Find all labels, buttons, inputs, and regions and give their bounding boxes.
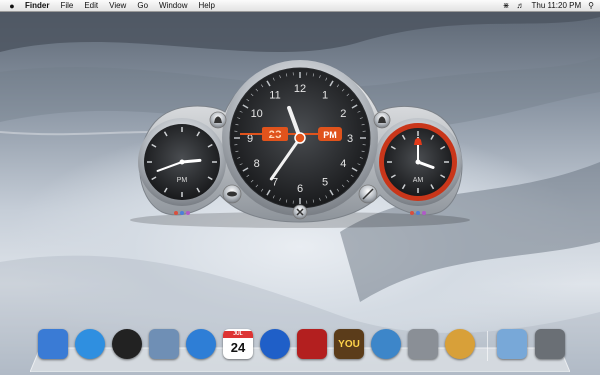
bluetooth-icon[interactable]: ⋇ [503, 0, 510, 12]
date-display-text: 23 [268, 130, 282, 142]
dock-label: YOU [338, 338, 360, 350]
dock-mail-icon[interactable] [149, 329, 179, 359]
spotlight-icon[interactable]: ⚲ [588, 0, 594, 12]
left-clock-hour-hand [180, 158, 202, 164]
menu-help[interactable]: Help [198, 0, 214, 12]
menu-edit[interactable]: Edit [84, 0, 98, 12]
menu-go[interactable]: Go [137, 0, 148, 12]
dock-finder-icon[interactable] [38, 329, 68, 359]
left-indicator-dots [174, 211, 190, 215]
menu-finder[interactable]: Finder [25, 0, 49, 12]
right-clock-ampm: AM [413, 177, 424, 184]
right-clock-pin [415, 159, 421, 165]
left-clock-ampm: PM [177, 177, 188, 184]
ical-month: JUL [223, 330, 253, 338]
clock-number: 8 [254, 158, 260, 170]
dock-safari-icon[interactable] [186, 329, 216, 359]
right-clock: AM [374, 118, 462, 206]
main-clock: 121234567891011 23 PM [222, 60, 378, 216]
menu-view[interactable]: View [109, 0, 126, 12]
dock-system-preferences-icon[interactable] [408, 329, 438, 359]
clock-number: 5 [322, 176, 328, 188]
dock-disk-utility-icon[interactable] [445, 329, 475, 359]
dock-applications-folder-icon[interactable] [497, 329, 527, 359]
dock-itunes-icon[interactable] [260, 329, 290, 359]
eye-icon[interactable] [222, 184, 242, 204]
right-indicator-dots [410, 211, 426, 215]
clock-number: 10 [251, 108, 263, 120]
left-clock-pin [179, 159, 185, 165]
clock-number: 6 [297, 183, 303, 195]
clock-number: 11 [269, 90, 280, 102]
dock-separator [487, 331, 488, 361]
menu-bar: ● Finder File Edit View Go Window Help ⋇… [0, 0, 600, 12]
dock-trash-icon[interactable] [535, 329, 565, 359]
volume-icon[interactable]: ♬ [516, 0, 524, 12]
clock-number: 12 [294, 83, 306, 95]
compass-icon[interactable] [358, 184, 378, 204]
clock-number: 1 [322, 90, 328, 102]
clock-number: 3 [347, 133, 353, 145]
dock-youtube-icon[interactable]: YOU [334, 329, 364, 359]
clock-number: 2 [340, 108, 346, 120]
menu-window[interactable]: Window [159, 0, 187, 12]
dock-dashboard-icon[interactable] [112, 329, 142, 359]
menu-clock[interactable]: Thu 11:20 PM [531, 0, 581, 12]
bell-icon-left[interactable] [209, 111, 227, 129]
ical-day: 24 [230, 339, 246, 355]
bell-icon-right[interactable] [373, 111, 391, 129]
dock-google-earth-icon[interactable] [371, 329, 401, 359]
left-clock: PM [138, 118, 226, 206]
dock-app-store-icon[interactable] [75, 329, 105, 359]
close-icon[interactable] [292, 204, 308, 220]
main-clock-pin [294, 132, 306, 144]
clock-number: 4 [340, 158, 346, 170]
ampm-badge-text: PM [323, 130, 337, 140]
apple-icon[interactable]: ● [7, 0, 17, 12]
menu-file[interactable]: File [60, 0, 73, 12]
dock-ical-icon[interactable]: JUL 24 [223, 329, 253, 359]
dock-photo-booth-icon[interactable] [297, 329, 327, 359]
